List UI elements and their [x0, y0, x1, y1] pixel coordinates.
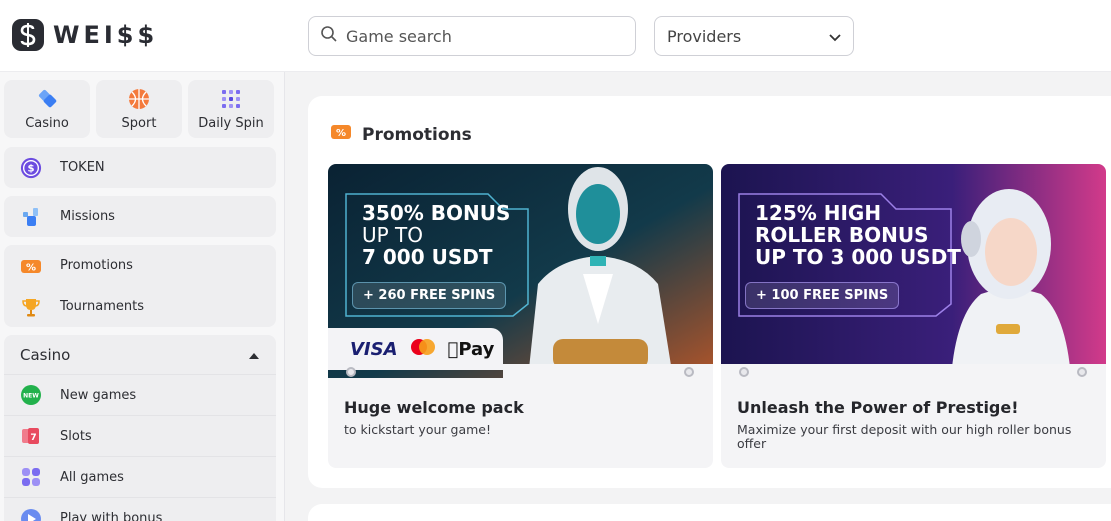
ticket-icon: %: [20, 255, 42, 277]
sidebar: Casino Sport Daily Spin $ TOKEN Missions…: [0, 72, 285, 521]
banner-footer-strip: [721, 364, 1106, 378]
sidebar-casino-group: Casino NEW New games 7 Slots All games P…: [4, 335, 276, 521]
promo-banner-welcome[interactable]: 350% BONUS UP TO 7 000 USDT + 260 FREE S…: [328, 164, 713, 378]
sidebar-item-missions[interactable]: Missions: [4, 196, 276, 237]
banner-background: [721, 164, 1106, 378]
all-games-icon: [20, 466, 42, 488]
token-coin-icon: $: [20, 157, 42, 179]
header: WEI$$ Providers: [0, 0, 1111, 72]
logo[interactable]: WEI$$: [12, 19, 158, 51]
promo-description: to kickstart your game!: [344, 422, 491, 437]
play-icon: [20, 508, 42, 521]
banner-line-1: 125% HIGH: [755, 201, 882, 225]
search-input[interactable]: [346, 26, 616, 46]
sidebar-item-tournaments[interactable]: Tournaments: [4, 286, 276, 327]
logo-dollar-icon: [12, 19, 44, 51]
mastercard-icon: [408, 338, 438, 360]
sidebar-item-tournaments-label: Tournaments: [60, 299, 145, 314]
search-icon: [320, 25, 338, 47]
promo-description: Maximize your first deposit with our hig…: [737, 422, 1072, 451]
promotions-heading: % Promotions: [330, 122, 472, 147]
sidebar-item-all-games[interactable]: All games: [4, 457, 276, 498]
banner-line-3: 7 000 USDT: [362, 245, 493, 269]
sidebar-item-slots-label: Slots: [60, 428, 92, 444]
sidebar-item-promotions[interactable]: % Promotions: [4, 245, 276, 286]
decor-dot: [346, 367, 356, 377]
promotions-title: Promotions: [362, 124, 472, 145]
decor-dot: [1077, 367, 1087, 377]
sidebar-item-token[interactable]: $ TOKEN: [4, 147, 276, 188]
sidebar-item-new-games[interactable]: NEW New games: [4, 375, 276, 416]
sidebar-item-all-games-label: All games: [60, 469, 124, 485]
sidebar-item-token-label: TOKEN: [60, 160, 105, 175]
logo-text: WEI$$: [53, 21, 159, 49]
svg-text:NEW: NEW: [23, 393, 39, 400]
missions-icon: [20, 206, 42, 228]
ticket-icon: %: [330, 122, 352, 147]
grid-icon: [220, 87, 242, 111]
free-spins-badge: + 260 FREE SPINS: [352, 282, 507, 309]
providers-label: Providers: [667, 26, 742, 46]
chevron-down-icon: [829, 27, 841, 46]
trophy-icon: [20, 296, 42, 318]
basketball-icon: [127, 87, 151, 111]
diamond-icon: [35, 87, 59, 111]
tile-daily-spin[interactable]: Daily Spin: [188, 80, 274, 138]
sidebar-promo-group: % Promotions Tournaments: [4, 245, 276, 327]
top-tiles: Casino Sport Daily Spin: [4, 80, 274, 138]
promo-title: Unleash the Power of Prestige!: [737, 398, 1019, 417]
payment-methods: VISA Pay: [328, 328, 503, 370]
new-badge-icon: NEW: [20, 384, 42, 406]
providers-dropdown[interactable]: Providers: [654, 16, 854, 56]
banner-line-3: UP TO 3 000 USDT: [755, 245, 961, 269]
slots-icon: 7: [20, 425, 42, 447]
free-spins-badge: + 100 FREE SPINS: [745, 282, 900, 309]
casino-group-header[interactable]: Casino: [4, 335, 276, 375]
tile-sport[interactable]: Sport: [96, 80, 182, 138]
promo-card-welcome[interactable]: 350% BONUS UP TO 7 000 USDT + 260 FREE S…: [328, 164, 713, 468]
casino-group-title: Casino: [20, 345, 71, 364]
visa-logo: VISA: [350, 338, 398, 360]
sidebar-item-missions-label: Missions: [60, 209, 115, 224]
promo-banner-high-roller[interactable]: 125% HIGH ROLLER BONUS UP TO 3 000 USDT …: [721, 164, 1106, 378]
svg-text:7: 7: [30, 433, 36, 443]
svg-text:%: %: [26, 262, 36, 273]
search-box[interactable]: [308, 16, 636, 56]
apple-pay-logo: Pay: [447, 338, 495, 360]
sidebar-item-slots[interactable]: 7 Slots: [4, 416, 276, 457]
banner-line-2: ROLLER BONUS: [755, 223, 929, 247]
promo-title: Huge welcome pack: [344, 398, 524, 417]
tile-casino[interactable]: Casino: [4, 80, 90, 138]
tile-daily-spin-label: Daily Spin: [198, 116, 264, 131]
banner-headline: 350% BONUS UP TO 7 000 USDT: [362, 202, 510, 268]
banner-footer-strip: [503, 364, 713, 378]
decor-dot: [684, 367, 694, 377]
chevron-up-icon: [248, 346, 260, 364]
svg-text:%: %: [336, 128, 346, 139]
banner-headline: 125% HIGH ROLLER BONUS UP TO 3 000 USDT: [755, 202, 961, 268]
tile-casino-label: Casino: [25, 116, 69, 131]
svg-text:$: $: [27, 163, 34, 174]
banner-line-2: UP TO: [362, 223, 424, 247]
tile-sport-label: Sport: [121, 116, 157, 131]
sidebar-missions-group: Missions: [4, 196, 276, 237]
sidebar-item-play-with-bonus-label: Play with bonus: [60, 511, 163, 521]
sidebar-item-new-games-label: New games: [60, 387, 137, 403]
sidebar-item-promotions-label: Promotions: [60, 258, 133, 273]
sidebar-token-group: $ TOKEN: [4, 147, 276, 188]
next-section: [308, 504, 1111, 521]
decor-dot: [739, 367, 749, 377]
banner-line-1: 350% BONUS: [362, 201, 511, 225]
promo-card-high-roller[interactable]: 125% HIGH ROLLER BONUS UP TO 3 000 USDT …: [721, 164, 1106, 468]
sidebar-item-play-with-bonus[interactable]: Play with bonus: [4, 498, 276, 521]
